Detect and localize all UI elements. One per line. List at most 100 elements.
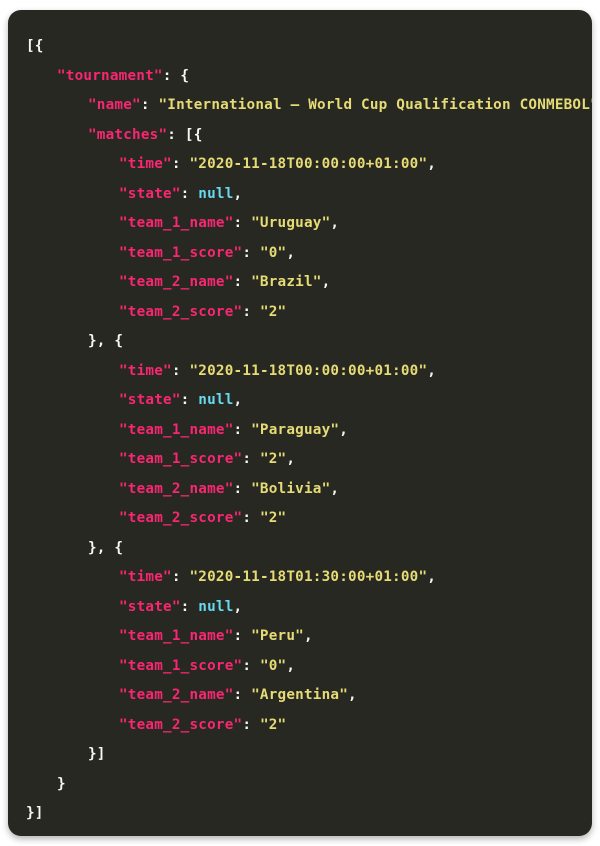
json-value: "2" <box>259 716 287 733</box>
json-match-separator: }, { <box>8 534 592 564</box>
json-comma: , <box>286 244 296 261</box>
json-key: "time" <box>119 156 172 172</box>
json-colon: : <box>242 451 260 467</box>
json-key: "team_2_name" <box>119 687 234 703</box>
json-colon: : <box>180 598 199 615</box>
json-bracket: }, { <box>88 333 124 349</box>
json-colon: : <box>171 569 190 585</box>
json-colon: : <box>233 274 252 290</box>
json-comma: , <box>339 421 349 438</box>
json-value: "International – World Cup Qualification… <box>158 97 592 113</box>
json-key: "team_2_score" <box>119 716 243 733</box>
json-colon: : <box>233 628 252 644</box>
json-value: "Paraguay" <box>251 421 340 438</box>
json-key: "state" <box>119 598 181 615</box>
json-value: null <box>198 392 234 408</box>
json-colon: : <box>233 215 252 231</box>
json-key: "team_1_name" <box>119 215 234 231</box>
json-colon: : <box>242 244 260 261</box>
json-colon: : <box>242 510 260 526</box>
json-value: "0" <box>259 657 287 674</box>
json-value: "2020-11-18T01:30:00+01:00" <box>189 569 428 585</box>
json-bracket: [{ <box>176 126 203 143</box>
json-match-team2-score-line: "team_2_score": "2" <box>8 711 592 741</box>
json-colon: : <box>167 126 177 143</box>
json-value: "2" <box>259 303 287 320</box>
json-root-open: [{ <box>8 32 592 62</box>
json-match-state-line: "state": null, <box>8 593 592 623</box>
json-match-team1-name-line: "team_1_name": "Uruguay", <box>8 209 592 239</box>
json-key: "team_2_score" <box>119 303 243 320</box>
json-value: "Peru" <box>251 628 304 644</box>
json-code-panel[interactable]: [{"tournament": {"name": "International … <box>8 10 592 836</box>
json-match-separator: }, { <box>8 327 592 357</box>
json-key: "team_1_name" <box>119 421 234 438</box>
json-value: "0" <box>259 244 287 261</box>
json-value: null <box>198 185 234 202</box>
json-key: "team_2_score" <box>119 510 243 526</box>
json-value: "2020-11-18T00:00:00+01:00" <box>189 362 428 379</box>
json-key: "team_1_score" <box>119 657 243 674</box>
json-colon: : <box>242 716 260 733</box>
json-comma: , <box>330 480 340 497</box>
json-bracket: }] <box>88 746 106 762</box>
json-key: "state" <box>119 392 181 408</box>
json-key: "matches" <box>88 126 168 143</box>
json-comma: , <box>303 628 313 644</box>
json-tournament-open: "tournament": { <box>8 62 592 92</box>
json-match-team1-score-line: "team_1_score": "0", <box>8 652 592 682</box>
json-value: null <box>198 598 234 615</box>
json-key: "name" <box>88 97 141 113</box>
json-match-time-line: "time": "2020-11-18T00:00:00+01:00", <box>8 150 592 180</box>
json-comma: , <box>286 657 296 674</box>
json-comma: , <box>233 185 243 202</box>
json-match-time-line: "time": "2020-11-18T00:00:00+01:00", <box>8 357 592 387</box>
json-colon: : <box>233 480 252 497</box>
json-comma: , <box>427 569 437 585</box>
json-brace: } <box>57 775 66 792</box>
json-comma: , <box>427 362 437 379</box>
json-value: "Uruguay" <box>251 215 331 231</box>
json-colon: : <box>180 392 199 408</box>
json-bracket: [{ <box>26 38 44 54</box>
json-match-team1-name-line: "team_1_name": "Paraguay", <box>8 416 592 446</box>
json-key: "time" <box>119 362 172 379</box>
json-colon: : <box>242 303 260 320</box>
json-bracket: }] <box>26 805 44 821</box>
json-match-state-line: "state": null, <box>8 180 592 210</box>
json-match-team2-score-line: "team_2_score": "2" <box>8 504 592 534</box>
json-colon: : <box>233 687 252 703</box>
json-key: "team_1_score" <box>119 451 243 467</box>
json-match-team1-name-line: "team_1_name": "Peru", <box>8 622 592 652</box>
json-colon: : <box>233 421 252 438</box>
json-colon: : <box>140 97 159 113</box>
json-match-team2-name-line: "team_2_name": "Bolivia", <box>8 475 592 505</box>
json-match-time-line: "time": "2020-11-18T01:30:00+01:00", <box>8 563 592 593</box>
json-colon: : <box>162 67 172 84</box>
json-root-close: }] <box>8 799 592 829</box>
json-comma: , <box>233 392 243 408</box>
json-match-team2-name-line: "team_2_name": "Argentina", <box>8 681 592 711</box>
json-comma: , <box>233 598 243 615</box>
json-colon: : <box>242 657 260 674</box>
json-key: "team_1_score" <box>119 244 243 261</box>
json-value: "2020-11-18T00:00:00+01:00" <box>189 156 428 172</box>
json-value: "Argentina" <box>251 687 349 703</box>
json-match-state-line: "state": null, <box>8 386 592 416</box>
json-value: "2" <box>259 510 287 526</box>
json-key: "state" <box>119 185 181 202</box>
json-value: "Brazil" <box>251 274 322 290</box>
json-colon: : <box>180 185 199 202</box>
json-colon: : <box>171 156 190 172</box>
json-bracket: }, { <box>88 539 124 556</box>
json-match-team1-score-line: "team_1_score": "2", <box>8 445 592 475</box>
json-colon: : <box>171 362 190 379</box>
json-comma: , <box>348 687 357 703</box>
json-tournament-name-line: "name": "International – World Cup Quali… <box>8 91 592 121</box>
json-tournament-close: } <box>8 770 592 800</box>
json-value: "Bolivia" <box>251 480 331 497</box>
json-key: "tournament" <box>57 67 163 84</box>
json-match-team2-score-line: "team_2_score": "2" <box>8 298 592 328</box>
json-code-body: [{"tournament": {"name": "International … <box>8 32 592 829</box>
json-key: "time" <box>119 569 172 585</box>
